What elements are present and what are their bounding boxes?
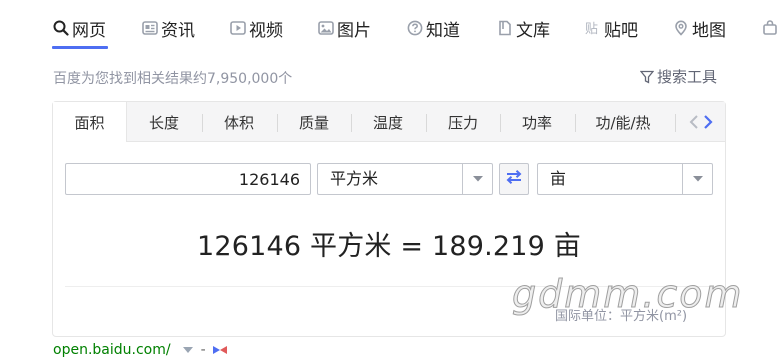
search-tools-label: 搜索工具 [657, 68, 718, 86]
to-unit-select[interactable]: 亩 [537, 163, 713, 195]
from-unit-select[interactable]: 平方米 [317, 163, 493, 195]
result-source: open.baidu.com/ - [53, 342, 228, 358]
conversion-row: 平方米 亩 [53, 163, 725, 195]
news-icon [142, 20, 158, 36]
conversion-result: 126146 平方米 = 189.219 亩 [196, 231, 582, 262]
bow-badge-icon [212, 345, 228, 355]
source-url-link[interactable]: open.baidu.com/ [53, 342, 171, 358]
search-tabs-bar: 网页 资讯 视频 图片 知道 文库 贴 贴吧 地图 [0, 0, 783, 50]
tab-video-label: 视频 [249, 20, 283, 41]
tab-area[interactable]: 面积 [53, 102, 127, 142]
url-dropdown-caret-icon[interactable] [182, 347, 193, 353]
tab-volume[interactable]: 体积 [202, 102, 276, 142]
chevron-down-icon [462, 164, 492, 194]
chevron-down-icon [682, 164, 712, 194]
more-tab-partial[interactable] [762, 16, 781, 40]
tab-news[interactable]: 资讯 [142, 16, 195, 41]
value-input[interactable] [65, 163, 311, 195]
swap-units-button[interactable] [499, 163, 529, 195]
search-icon [53, 20, 69, 36]
tab-zhidao-label: 知道 [426, 20, 460, 41]
tab-separator [675, 114, 676, 132]
tab-work-energy-heat[interactable]: 功/能/热 [575, 102, 671, 142]
map-icon [673, 20, 689, 36]
bag-icon [762, 20, 778, 36]
tab-map-label: 地图 [692, 20, 726, 41]
tab-pressure[interactable]: 压力 [426, 102, 500, 142]
swap-icon [505, 169, 523, 189]
tab-news-label: 资讯 [161, 20, 195, 41]
tab-image[interactable]: 图片 [318, 16, 371, 41]
tab-web[interactable]: 网页 [53, 16, 106, 41]
from-unit-value: 平方米 [330, 169, 379, 188]
watermark: gdmm.com [512, 272, 744, 317]
tab-image-label: 图片 [337, 20, 371, 41]
tab-wenku[interactable]: 文库 [497, 16, 550, 41]
tab-temperature[interactable]: 温度 [351, 102, 425, 142]
tab-map[interactable]: 地图 [673, 16, 726, 41]
unit-category-tabs: 面积 长度 体积 质量 温度 压力 功率 功/能/热 [53, 102, 725, 142]
search-tools-button[interactable]: 搜索工具 [640, 66, 717, 87]
svg-text:贴: 贴 [585, 22, 598, 36]
tab-video[interactable]: 视频 [230, 16, 283, 41]
tab-power[interactable]: 功率 [500, 102, 574, 142]
source-separator: - [200, 342, 206, 358]
tieba-icon: 贴 [585, 20, 601, 36]
image-icon [318, 20, 334, 36]
filter-icon [640, 70, 654, 84]
tab-length[interactable]: 长度 [127, 102, 201, 142]
tabs-prev-arrow-icon[interactable] [687, 114, 701, 130]
tab-tieba[interactable]: 贴 贴吧 [585, 16, 638, 41]
result-count: 百度为您找到相关结果约7,950,000个 [53, 71, 293, 87]
tab-tieba-label: 贴吧 [604, 20, 638, 41]
doc-icon [497, 20, 513, 36]
to-unit-value: 亩 [550, 169, 567, 188]
tab-web-label: 网页 [72, 20, 106, 41]
tab-zhidao[interactable]: 知道 [407, 16, 460, 41]
active-tab-underline [52, 46, 108, 49]
question-icon [407, 20, 423, 36]
tab-mass[interactable]: 质量 [277, 102, 351, 142]
tab-wenku-label: 文库 [516, 20, 550, 41]
video-icon [230, 20, 246, 36]
tabs-next-arrow-icon[interactable] [701, 114, 715, 130]
